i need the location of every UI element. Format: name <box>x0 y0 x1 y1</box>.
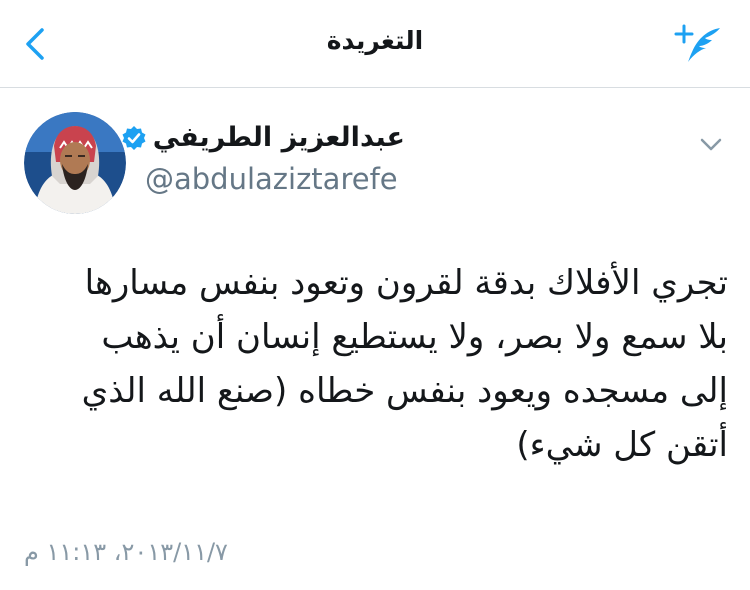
author-name[interactable]: عبدالعزيز الطريفي <box>121 122 405 153</box>
tweet-text-line: بلا سمع ولا بصر، ولا يستطيع إنسان أن يذه… <box>101 317 728 357</box>
tweet-text-line: تجري الأفلاك بدقة لقرون وتعود بنفس مساره… <box>84 263 728 303</box>
compose-tweet-button[interactable] <box>674 22 724 66</box>
verified-badge-icon <box>122 125 146 150</box>
chevron-down-icon <box>700 138 722 151</box>
tweet-detail-screen: التغريدة عبدالعزيز الطريفي @abdulaziztar… <box>0 0 750 590</box>
compose-tweet-icon <box>674 24 720 62</box>
tweet-text-line: أتقن كل شيء) <box>516 425 728 465</box>
page-title: التغريدة <box>326 26 424 55</box>
navigation-bar: التغريدة <box>0 0 750 88</box>
tweet-timestamp: ٢٠١٣/١١/٧، ١١:١٣ م <box>24 538 228 566</box>
author-avatar[interactable] <box>24 112 126 214</box>
author-info: عبدالعزيز الطريفي <box>121 122 405 153</box>
author-handle[interactable]: @abdulaziztarefe <box>145 162 398 196</box>
tweet-text: تجري الأفلاك بدقة لقرون وتعود بنفس مساره… <box>24 256 728 472</box>
author-name-label: عبدالعزيز الطريفي <box>152 122 405 153</box>
tweet-options-button[interactable] <box>696 133 726 155</box>
avatar-image <box>24 112 126 214</box>
tweet-text-line: إلى مسجده ويعود بنفس خطاه (صنع الله الذي <box>81 371 728 411</box>
